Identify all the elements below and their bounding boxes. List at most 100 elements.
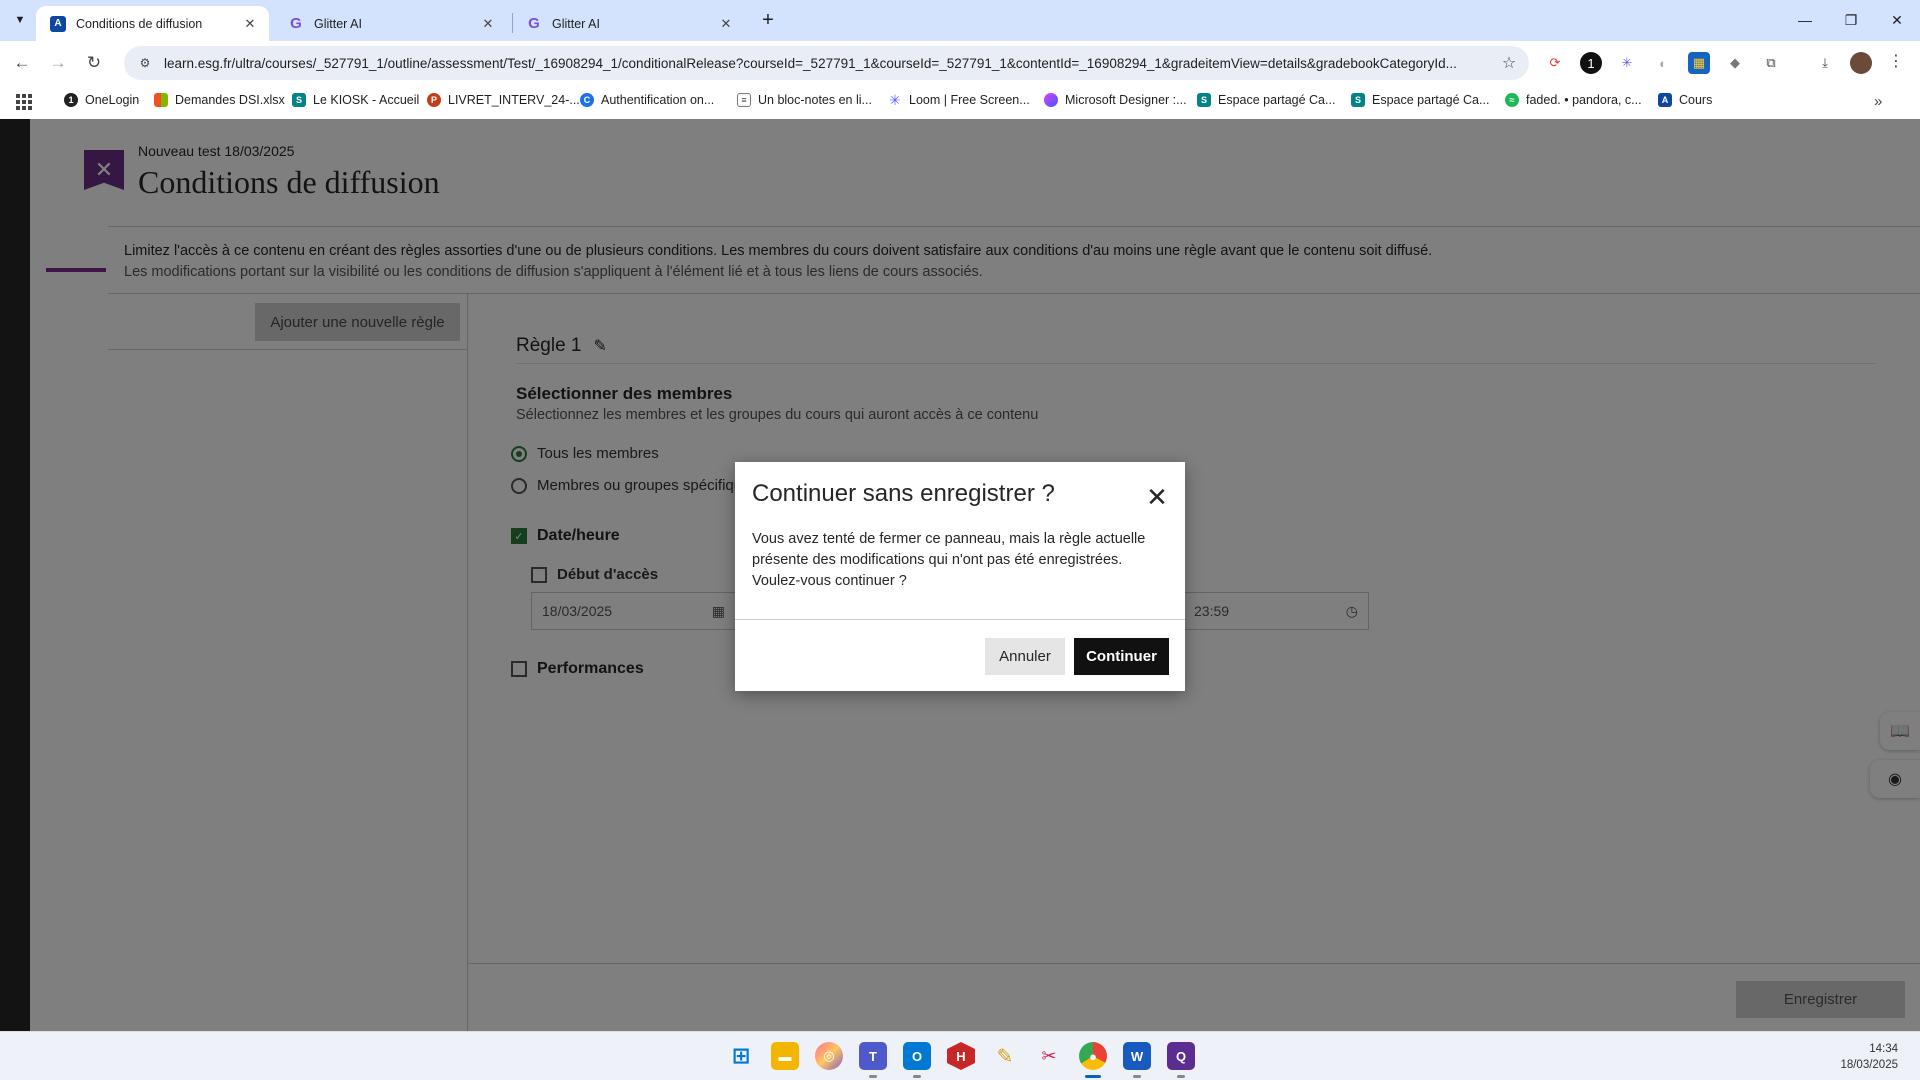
minimize-button[interactable]: —	[1782, 6, 1828, 34]
bookmark-label: Espace partagé Ca...	[1218, 93, 1336, 107]
loom-icon[interactable]: ✳	[1616, 52, 1638, 74]
snipping-tool-icon[interactable]: ✂	[1035, 1042, 1063, 1070]
onelogin-icon: 1	[64, 93, 78, 107]
bookmark-item[interactable]: S Le KIOSK - Accueil	[292, 93, 419, 107]
dialog-divider	[735, 619, 1185, 620]
bookmark-label: Loom | Free Screen...	[909, 93, 1030, 107]
download-icon[interactable]: ⤓	[1814, 52, 1836, 74]
h-app-icon[interactable]: H	[947, 1042, 975, 1070]
bookmark-item[interactable]: S Espace partagé Ca...	[1197, 93, 1335, 107]
site-info-icon[interactable]: ⚙	[136, 54, 154, 72]
close-icon[interactable]: ✕	[1142, 482, 1172, 512]
tab-strip: ▼ A Conditions de diffusion ✕ G Glitter …	[0, 0, 1920, 41]
bookmarks-bar: 1 OneLogin Demandes DSI.xlsx S Le KIOSK - …	[0, 85, 1920, 119]
powerpoint-icon: P	[427, 93, 441, 107]
blackboard-icon: A	[50, 15, 66, 32]
extension-icon[interactable]: ◐	[1652, 52, 1674, 74]
extension-icon[interactable]: ⟳	[1544, 52, 1566, 74]
glitter-icon: G	[528, 15, 540, 32]
forward-icon[interactable]: →	[44, 49, 72, 77]
bookmark-item[interactable]: Microsoft Designer :...	[1044, 93, 1187, 107]
sharepoint-icon: S	[1351, 93, 1365, 107]
bookmark-item[interactable]: C Authentification on...	[580, 93, 714, 107]
tab-glitter-ai-1[interactable]: G Glitter AI ✕	[274, 6, 507, 41]
bookmark-star-icon[interactable]: ☆	[1495, 53, 1523, 73]
onepassword-icon[interactable]: 1	[1580, 52, 1602, 74]
bookmark-label: Cours	[1679, 93, 1713, 107]
reload-icon[interactable]: ↻	[80, 49, 108, 77]
designer-icon	[1044, 93, 1058, 107]
tab-glitter-ai-2[interactable]: G Glitter AI ✕	[512, 6, 745, 41]
clock-date: 18/03/2025	[1840, 1059, 1898, 1071]
file-explorer-icon[interactable]: ▬	[771, 1042, 799, 1070]
url-text[interactable]: learn.esg.fr/ultra/courses/_527791_1/out…	[164, 56, 1495, 71]
close-window-button[interactable]: ✕	[1874, 6, 1920, 34]
windows-start-icon[interactable]: ⊞	[727, 1042, 755, 1070]
running-indicator	[869, 1075, 877, 1078]
bookmark-item[interactable]: A Cours	[1658, 93, 1712, 107]
bookmark-item[interactable]: P LIVRET_INTERV_24-...	[427, 93, 580, 107]
bookmark-label: LIVRET_INTERV_24-...	[448, 93, 580, 107]
sharepoint-icon: S	[292, 93, 306, 107]
outlook-icon[interactable]: O	[903, 1042, 931, 1070]
loom-icon: ✳	[889, 91, 901, 108]
new-tab-button[interactable]: +	[756, 8, 780, 32]
bookmark-label: Microsoft Designer :...	[1065, 93, 1187, 107]
bookmark-label: Le KIOSK - Accueil	[313, 93, 420, 107]
apps-grid-icon[interactable]	[16, 94, 32, 110]
back-icon[interactable]: ←	[8, 49, 36, 77]
app-icon[interactable]: Q	[1167, 1042, 1195, 1070]
teams-icon[interactable]: T	[859, 1042, 887, 1070]
bookmark-label: OneLogin	[85, 93, 140, 107]
cancel-button[interactable]: Annuler	[985, 638, 1065, 675]
running-indicator	[1177, 1075, 1185, 1078]
profile-avatar[interactable]	[1850, 52, 1872, 74]
bookmark-item[interactable]: S Espace partagé Ca...	[1351, 93, 1489, 107]
bookmark-item[interactable]: ≡ Un bloc-notes en li...	[737, 93, 872, 107]
word-icon[interactable]: W	[1123, 1042, 1151, 1070]
spotify-icon: ≈	[1505, 93, 1519, 107]
tab-close-icon[interactable]: ✕	[241, 15, 259, 33]
dialog-message: Vous avez tenté de fermer ce panneau, ma…	[752, 531, 1146, 589]
bookmark-label: Demandes DSI.xlsx	[175, 93, 285, 107]
auth-icon: C	[580, 93, 594, 107]
tab-search-chevron-icon[interactable]: ▼	[8, 8, 32, 32]
system-clock[interactable]: 14:34 18/03/2025	[1840, 1041, 1898, 1073]
clock-time: 14:34	[1869, 1043, 1898, 1055]
tab-close-icon[interactable]: ✕	[479, 15, 497, 33]
browser-toolbar: ← → ↻ ⚙ learn.esg.fr/ultra/courses/_5277…	[0, 41, 1920, 85]
running-indicator	[1133, 1075, 1141, 1078]
windows-taskbar: ⊞ ▬ ◎ T O H ✎ ✂ ● W Q 14:34 18/03/2025	[0, 1031, 1920, 1080]
sharepoint-icon: S	[1197, 93, 1211, 107]
bookmark-label: Authentification on...	[601, 93, 715, 107]
tab-close-icon[interactable]: ✕	[717, 15, 735, 33]
tab-title: Conditions de diffusion	[76, 16, 203, 31]
unsaved-changes-dialog: Continuer sans enregistrer ? ✕ Vous avez…	[735, 462, 1185, 691]
bookmark-label: Espace partagé Ca...	[1372, 93, 1490, 107]
bookmark-item[interactable]: ≈ faded. • pandora, c...	[1505, 93, 1642, 107]
extensions-puzzle-icon[interactable]: ⧉	[1760, 52, 1782, 74]
tab-conditions-de-diffusion[interactable]: A Conditions de diffusion ✕	[36, 6, 269, 41]
chrome-icon[interactable]: ●	[1079, 1042, 1107, 1070]
running-indicator	[913, 1075, 921, 1078]
dialog-title: Continuer sans enregistrer ?	[752, 480, 1055, 507]
extension-icon[interactable]: ▦	[1688, 52, 1710, 74]
tab-title: Glitter AI	[552, 16, 600, 31]
more-bookmarks-icon[interactable]: »	[1874, 93, 1882, 110]
paint-brush-icon[interactable]: ✎	[991, 1042, 1019, 1070]
bookmark-item[interactable]: 1 OneLogin	[64, 93, 139, 107]
continue-button[interactable]: Continuer	[1074, 638, 1169, 675]
notepad-icon: ≡	[737, 93, 751, 107]
bookmark-item[interactable]: Demandes DSI.xlsx	[154, 93, 285, 107]
bookmark-item[interactable]: ✳ Loom | Free Screen...	[888, 91, 1030, 108]
photos-icon[interactable]: ◎	[815, 1042, 843, 1070]
tab-title: Glitter AI	[314, 16, 362, 31]
menu-icon[interactable]: ⋮	[1888, 51, 1904, 71]
address-bar[interactable]: ⚙ learn.esg.fr/ultra/courses/_527791_1/o…	[124, 46, 1529, 80]
microsoft-icon	[154, 93, 168, 107]
extension-icon[interactable]: ◆	[1724, 52, 1746, 74]
active-indicator	[1085, 1075, 1101, 1078]
restore-button[interactable]: ❐	[1828, 6, 1874, 34]
glitter-icon: G	[290, 15, 302, 32]
bookmark-label: faded. • pandora, c...	[1526, 93, 1642, 107]
